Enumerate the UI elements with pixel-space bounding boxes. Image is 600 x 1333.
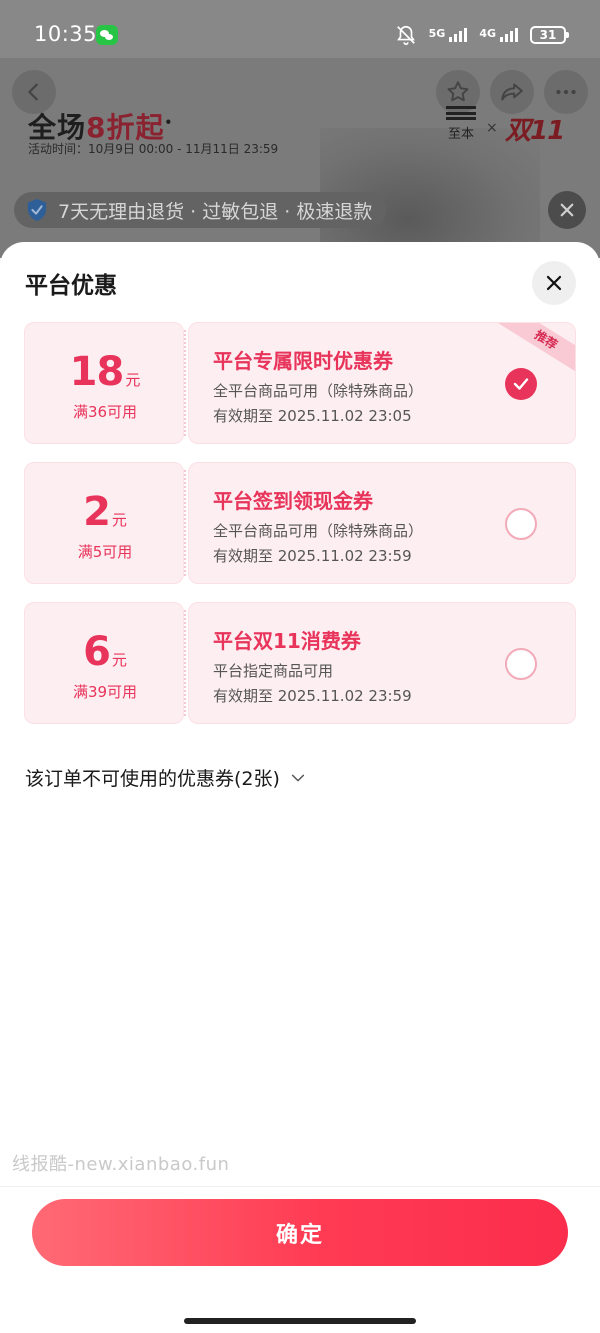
coupon-info-panel: 推荐 平台专属限时优惠券 全平台商品可用（除特殊商品） 有效期至 2025.11… (188, 322, 576, 444)
share-button[interactable] (490, 70, 534, 114)
status-time: 10:35 (34, 22, 98, 46)
coupon-value-panel: 6元 满39可用 (24, 602, 184, 724)
coupon-expire: 有效期至 2025.11.02 23:59 (213, 547, 412, 565)
watermark: 线报酷-new.xianbao.fun (12, 1154, 230, 1175)
footer-divider (0, 1186, 600, 1187)
promo-time: 活动时间：10月9日 00:00 - 11月11日 23:59 (28, 142, 279, 156)
coupon-amount: 18 元 (25, 349, 185, 395)
coupon-card[interactable]: 6元 满39可用 平台双11消费券 平台指定商品可用 有效期至 2025.11.… (24, 602, 576, 724)
coupon-amount: 6元 (25, 629, 185, 675)
coupon-threshold: 满5可用 (77, 543, 133, 561)
back-arrow-icon (28, 83, 38, 101)
shield-check-icon (27, 199, 47, 221)
event-logo: 双11 (505, 116, 565, 146)
coupon-info-panel: 平台签到领现金券 全平台商品可用（除特殊商品） 有效期至 2025.11.02 … (188, 462, 576, 584)
coupon-perforation (184, 470, 186, 576)
mute-bell-icon (396, 25, 415, 45)
confirm-button[interactable]: 确定 (32, 1199, 568, 1266)
status-bar: 10:35 5G 4G 31 (0, 0, 600, 58)
coupon-perforation (184, 610, 186, 716)
brand-stripes (446, 106, 476, 120)
sheet-title: 平台优惠 (25, 273, 117, 299)
coupon-card[interactable]: 18 元 满36可用 推荐 平台专属限时优惠券 全平台商品可用（除特殊商品） 有效… (24, 322, 576, 444)
more-dots-icon (556, 89, 576, 95)
coupon-amount-number: 2 (83, 489, 111, 535)
sheet-close-button[interactable] (532, 261, 576, 305)
coupon-checkbox-unchecked[interactable] (505, 648, 537, 680)
close-icon (546, 275, 562, 291)
coupon-expire: 有效期至 2025.11.02 23:59 (213, 687, 412, 705)
coupon-info-panel: 平台双11消费券 平台指定商品可用 有效期至 2025.11.02 23:59 (188, 602, 576, 724)
coupon-scope: 全平台商品可用（除特殊商品） (213, 382, 424, 400)
service-guarantee: 7天无理由退货 · 过敏包退 · 极速退款 (14, 192, 387, 228)
unusable-coupons-toggle[interactable]: 该订单不可使用的优惠券(2张) (25, 764, 306, 791)
status-icons: 5G 4G 31 (395, 24, 569, 46)
signal-icon: 5G (429, 28, 468, 42)
coupon-amount-unit: 元 (111, 651, 127, 669)
promo-mark: • (164, 115, 174, 130)
brand-name: 至本 (447, 127, 474, 142)
coupon-scope: 全平台商品可用（除特殊商品） (213, 522, 424, 540)
signal-icon-4g: 4G (479, 28, 518, 42)
service-text: 7天无理由退货 · 过敏包退 · 极速退款 (58, 200, 373, 223)
net-label-4g: 4G (479, 27, 496, 40)
coupon-checkbox-unchecked[interactable] (505, 508, 537, 540)
coupon-card[interactable]: 2元 满5可用 平台签到领现金券 全平台商品可用（除特殊商品） 有效期至 202… (24, 462, 576, 584)
share-icon (501, 83, 523, 101)
coupon-amount-unit: 元 (111, 511, 127, 529)
coupon-checkbox-checked[interactable] (505, 368, 537, 400)
recommend-badge: 推荐 (493, 323, 575, 379)
brand-collab-x: × (486, 120, 498, 136)
coupon-threshold: 满39可用 (72, 683, 138, 701)
coupon-amount-unit: 元 (125, 371, 141, 389)
brand-logo: 至本 (446, 106, 476, 142)
coupon-amount-number: 18 (69, 349, 125, 395)
unusable-coupons-label: 该订单不可使用的优惠券(2张) (25, 768, 280, 790)
coupon-scope: 平台指定商品可用 (213, 662, 334, 680)
chevron-down-icon (291, 774, 304, 781)
coupon-threshold: 满36可用 (72, 403, 138, 421)
background-page: 全场8折起• 活动时间：10月9日 00:00 - 11月11日 23:59 至… (0, 58, 600, 258)
battery-icon: 31 (530, 26, 569, 44)
more-button[interactable] (544, 70, 588, 114)
coupon-title: 平台签到领现金券 (213, 489, 373, 513)
coupon-amount-number: 6 (83, 629, 111, 675)
close-icon (560, 203, 574, 217)
coupon-title: 平台双11消费券 (213, 629, 361, 653)
coupon-value-panel: 2元 满5可用 (24, 462, 184, 584)
coupon-expire: 有效期至 2025.11.02 23:05 (213, 407, 412, 425)
coupon-value-panel: 18 元 满36可用 (24, 322, 184, 444)
close-guarantee-button[interactable] (548, 191, 586, 229)
coupon-perforation (184, 330, 186, 436)
coupon-title: 平台专属限时优惠券 (213, 349, 393, 373)
coupon-sheet: 平台优惠 18 元 满36可用 推荐 平台专属限时优惠券 全平台商品可用（除特殊商… (0, 242, 600, 1333)
star-icon (447, 81, 469, 102)
checkmark-icon (513, 378, 529, 390)
wechat-icon (96, 25, 118, 45)
home-indicator[interactable] (184, 1318, 416, 1324)
coupon-amount: 2元 (25, 489, 185, 535)
net-label-5g: 5G (428, 27, 446, 40)
